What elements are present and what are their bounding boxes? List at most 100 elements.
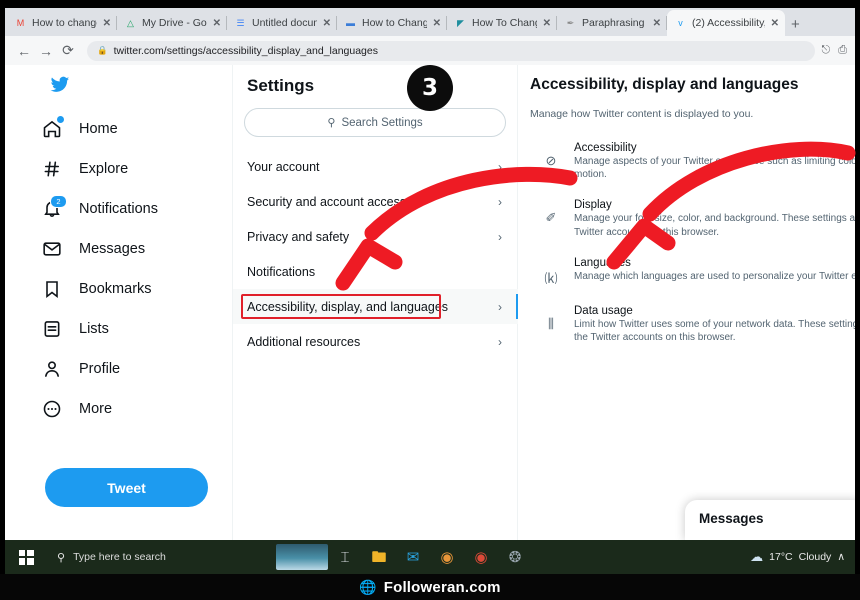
taskbar-widget-thumbnail[interactable] <box>276 544 328 570</box>
web-page: Home Explore 2 Notifications Messages Bookmar… <box>5 65 855 540</box>
twitter-sidebar: Home Explore 2 Notifications Messages Bookmar… <box>5 65 233 540</box>
settings-column: Settings ⚲ Search Settings Your account ›… <box>233 65 518 540</box>
sidebar-item-lists[interactable]: Lists <box>39 309 158 349</box>
sidebar-item-profile[interactable]: Profile <box>39 349 158 389</box>
bar-chart-icon: ⫼ <box>548 315 554 331</box>
chrome-icon-1[interactable]: ◉ <box>430 540 464 574</box>
close-icon[interactable]: ✕ <box>213 18 221 29</box>
notification-count-badge: 2 <box>50 195 67 208</box>
sidebar-item-notifications[interactable]: 2 Notifications <box>39 189 158 229</box>
detail-option-name: Display <box>574 199 612 212</box>
sidebar-item-label: More <box>79 401 113 417</box>
globe-icon: ⒦ <box>544 270 558 286</box>
detail-option-row[interactable]: ✐ Display Manage your font size, color, an… <box>518 190 855 247</box>
search-settings-input[interactable]: ⚲ Search Settings <box>244 108 506 137</box>
messages-dock[interactable]: Messages <box>685 500 855 540</box>
app-icon[interactable]: ❂ <box>498 540 532 574</box>
browser-tab-title: How to change t <box>32 17 97 29</box>
task-view-icon[interactable]: ⌶ <box>328 540 362 574</box>
settings-list: Your account › Security and account access… <box>233 149 518 359</box>
detail-option-description: Manage which languages are used to perso… <box>574 270 855 282</box>
generic-blue-icon: ▬ <box>346 17 355 28</box>
detail-option-row[interactable]: ⫼ Data usage Limit how Twitter uses some o… <box>518 296 855 353</box>
browser-tab[interactable]: ▬ How to Change ✕ <box>337 10 447 36</box>
chevron-right-icon: › <box>498 194 502 209</box>
tray-chevron-up-icon[interactable]: ∧ <box>837 551 845 563</box>
taskbar-search-input[interactable]: ⚲ Type here to search <box>47 545 272 569</box>
browser-tab[interactable]: ☰ Untitled docume ✕ <box>227 10 337 36</box>
settings-list-item[interactable]: Privacy and safety › <box>233 219 518 254</box>
browser-tab[interactable]: △ My Drive - Goog ✕ <box>117 10 227 36</box>
chevron-right-icon: › <box>498 229 502 244</box>
settings-list-item[interactable]: Additional resources › <box>233 324 518 359</box>
detail-option-name: Languages <box>574 256 631 269</box>
bell-icon: 2 <box>39 195 67 222</box>
file-explorer-icon[interactable]: 🖿 <box>362 540 396 574</box>
settings-list-item[interactable]: Accessibility, display, and languages › <box>233 289 518 324</box>
sidebar-item-bookmarks[interactable]: Bookmarks <box>39 269 158 309</box>
search-settings-placeholder: Search Settings <box>341 116 423 129</box>
address-bar[interactable]: 🔒 twitter.com/settings/accessibility_dis… <box>87 40 816 61</box>
hash-icon <box>39 156 65 182</box>
unread-dot-badge <box>57 116 64 123</box>
search-icon: ⚲ <box>327 117 336 129</box>
chevron-right-icon: › <box>498 299 502 314</box>
address-bar-url: twitter.com/settings/accessibility_displ… <box>113 44 378 57</box>
twitter-bird-logo[interactable] <box>49 75 71 98</box>
detail-option-row[interactable]: ⊘ Accessibility Manage aspects of your Twi… <box>518 133 855 190</box>
settings-list-item-label: Security and account access <box>247 194 407 209</box>
chrome-icon-1-glyph: ◉ <box>440 548 454 566</box>
detail-option-body: Accessibility Manage aspects of your Twit… <box>574 142 855 181</box>
task-view-icon-glyph: ⌶ <box>340 548 350 566</box>
close-icon[interactable]: ✕ <box>323 18 331 29</box>
footer-watermark-bar: 🌐 Followeran.com <box>0 574 860 600</box>
browser-tab[interactable]: ◤ How To Change ✕ <box>447 10 557 36</box>
gmail-icon: M <box>16 17 25 28</box>
sidebar-item-label: Profile <box>79 361 121 377</box>
browser-tab[interactable]: ✒ Paraphrasing Too ✕ <box>557 10 667 36</box>
chevron-right-icon: › <box>498 159 502 174</box>
sidebar-item-explore[interactable]: Explore <box>39 149 158 189</box>
forward-button[interactable]: → <box>35 40 57 62</box>
share-icon[interactable]: ⎋ <box>821 44 830 57</box>
sidebar-item-label: Notifications <box>79 201 158 217</box>
close-icon[interactable]: ✕ <box>543 18 551 29</box>
detail-subtitle: Manage how Twitter content is displayed … <box>530 108 754 120</box>
reload-button[interactable]: ⟳ <box>57 40 79 62</box>
sidebar-item-home[interactable]: Home <box>39 109 158 149</box>
taskbar-search-placeholder: Type here to search <box>73 551 166 563</box>
settings-list-item[interactable]: Security and account access › <box>233 184 518 219</box>
cloud-icon: ☁ <box>750 549 764 564</box>
detail-option-description: Manage aspects of your Twitter experienc… <box>574 156 855 181</box>
sidebar-item-label: Home <box>79 121 118 137</box>
close-icon[interactable]: ✕ <box>103 18 111 29</box>
sidebar-item-messages[interactable]: Messages <box>39 229 158 269</box>
close-icon[interactable]: ✕ <box>771 18 779 29</box>
detail-option-name: Data usage <box>574 304 633 317</box>
file-explorer-icon-glyph: 🖿 <box>371 548 387 566</box>
new-tab-button[interactable]: + <box>791 17 800 32</box>
chrome-icon-2[interactable]: ◉ <box>464 540 498 574</box>
extensions-icon[interactable]: ⎙ <box>838 44 847 57</box>
windows-start-icon[interactable] <box>5 540 47 574</box>
sidebar-item-more[interactable]: More <box>39 389 158 429</box>
detail-option-row[interactable]: ⒦ Languages Manage which languages are use… <box>518 248 855 296</box>
twitter-icon: ᴠ <box>678 17 683 28</box>
sidebar-nav-list: Home Explore 2 Notifications Messages Bookmar… <box>39 109 158 429</box>
person-icon <box>39 356 65 382</box>
back-button[interactable]: ← <box>13 40 35 62</box>
browser-tab[interactable]: M How to change t ✕ <box>7 10 117 36</box>
mail-icon[interactable]: ✉ <box>396 540 430 574</box>
page-title: Settings <box>247 76 315 95</box>
chrome-icon-2-glyph: ◉ <box>474 548 488 566</box>
settings-list-item[interactable]: Notifications <box>233 254 518 289</box>
close-icon[interactable]: ✕ <box>653 18 661 29</box>
tweet-button[interactable]: Tweet <box>45 468 208 507</box>
settings-list-item-label: Notifications <box>247 264 316 279</box>
settings-list-item[interactable]: Your account › <box>233 149 518 184</box>
close-icon[interactable]: ✕ <box>433 18 441 29</box>
chevron-right-icon: › <box>498 334 502 349</box>
browser-tab[interactable]: ᴠ (2) Accessibility, ✕ <box>667 10 785 36</box>
search-icon: ⚲ <box>57 551 66 564</box>
teal-page-icon: ◤ <box>457 17 464 28</box>
